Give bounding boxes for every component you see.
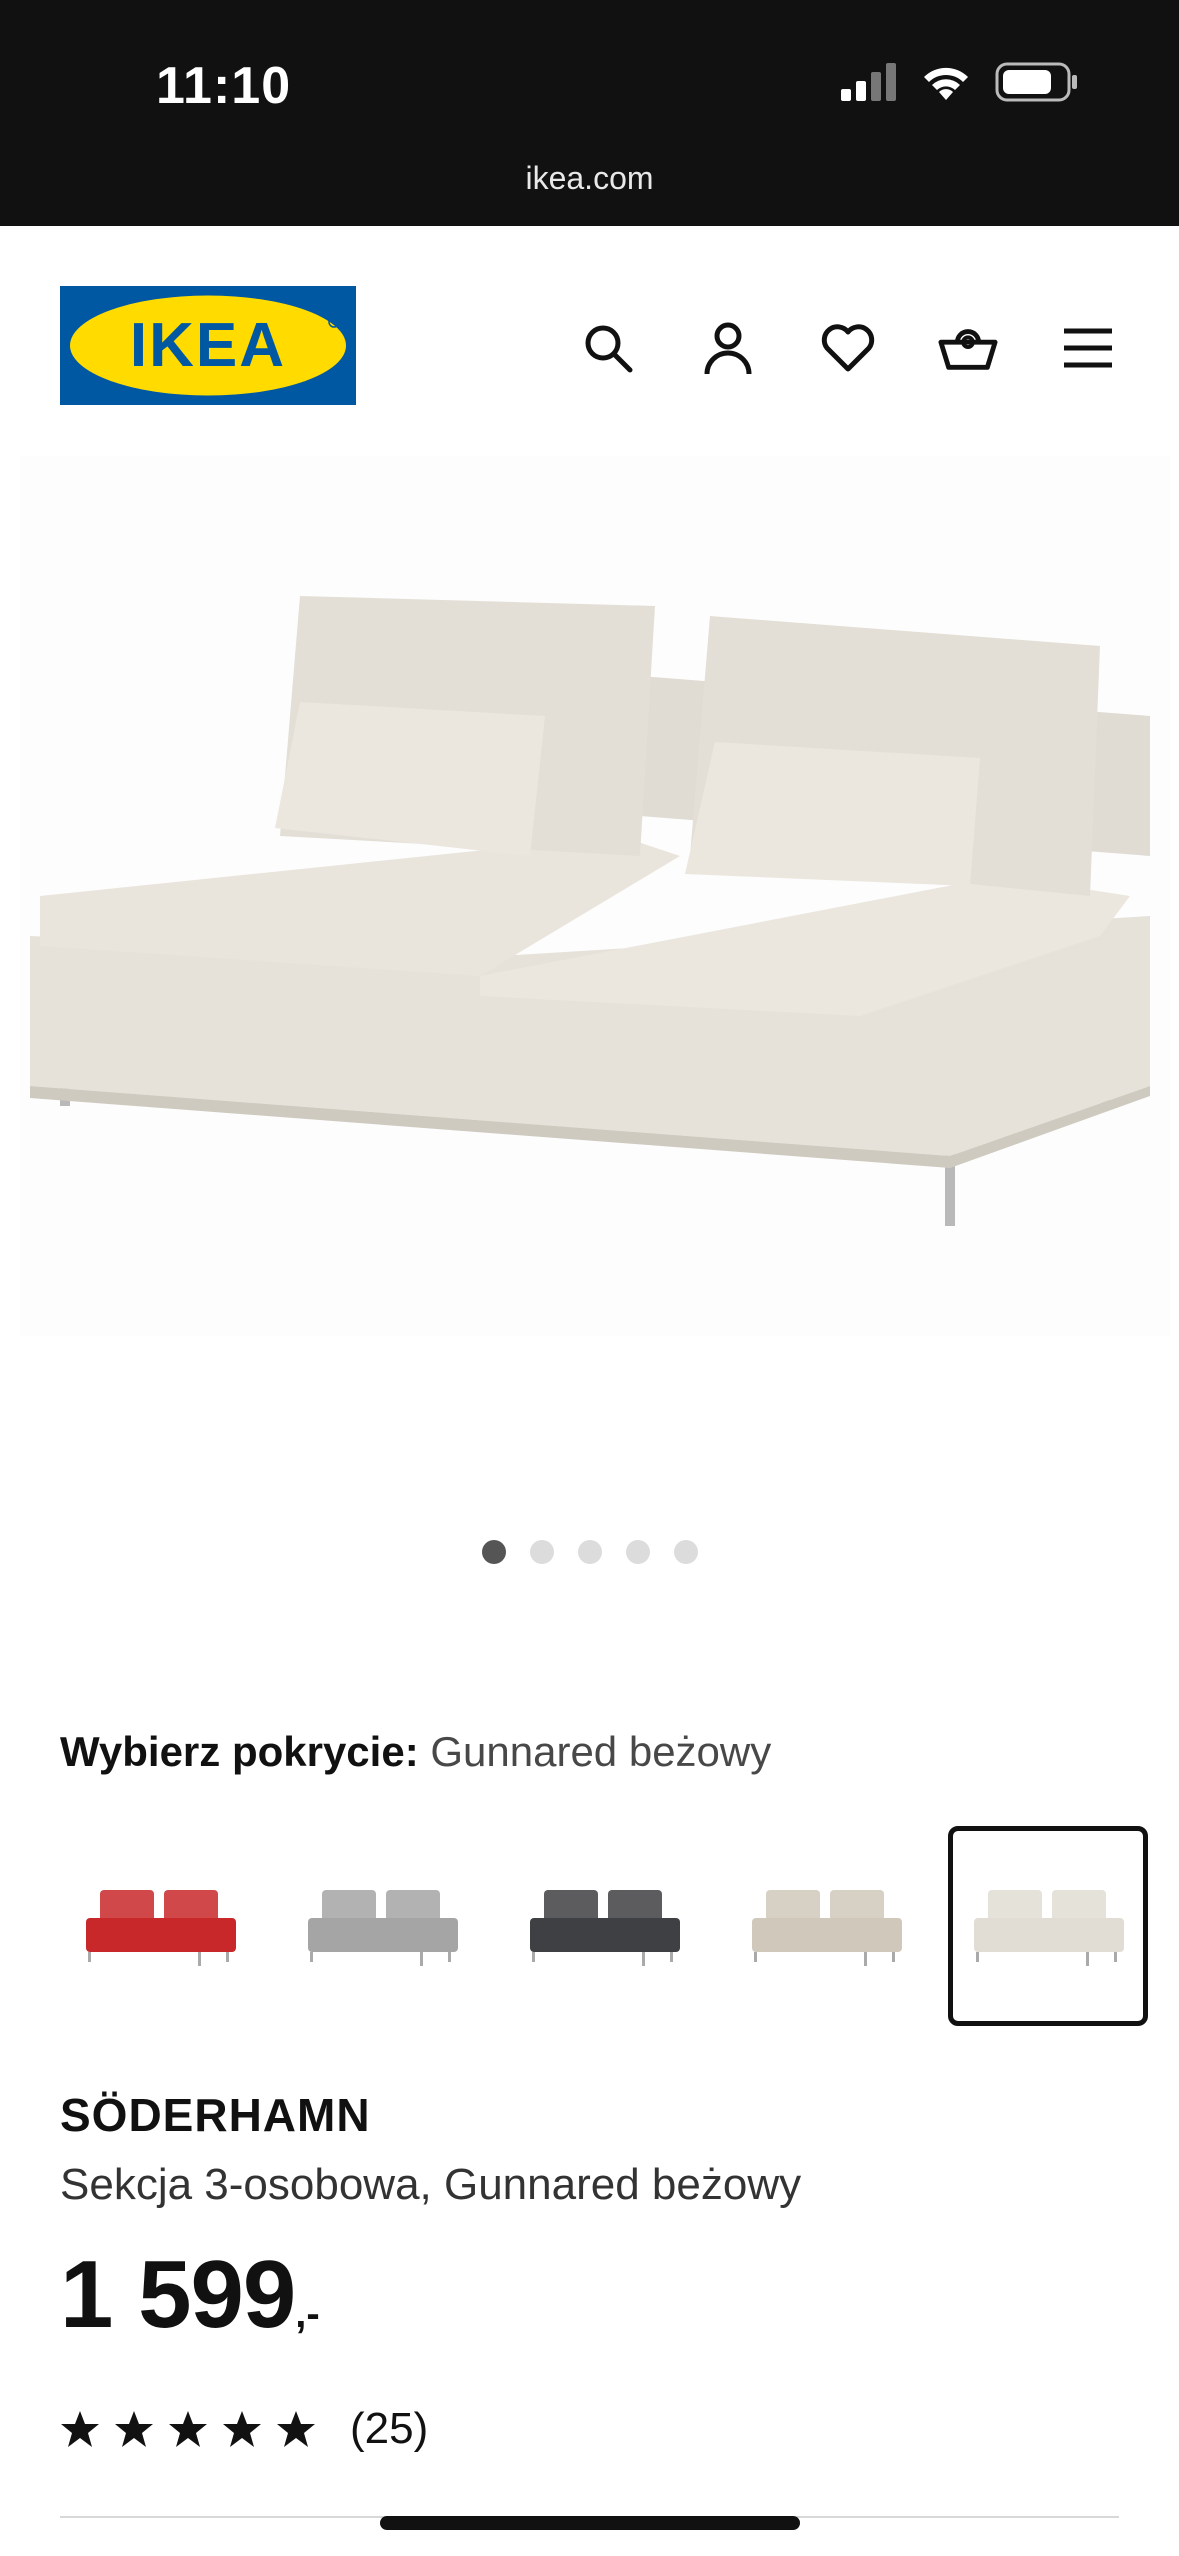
product-name[interactable]: SÖDERHAMN <box>60 2088 371 2142</box>
cover-swatch[interactable] <box>948 1826 1148 2026</box>
sofa-thumbnail-icon <box>752 1890 902 1966</box>
cover-label-value: Gunnared beżowy <box>430 1728 772 1775</box>
product-description: Sekcja 3-osobowa, Gunnared beżowy <box>60 2160 802 2209</box>
gallery-dots <box>0 1540 1179 1564</box>
site-header: IKEA <box>0 226 1179 456</box>
rating[interactable]: (25) <box>60 2404 428 2454</box>
sofa-thumbnail-icon <box>530 1890 680 1966</box>
home-indicator[interactable] <box>380 2516 800 2530</box>
cover-swatch[interactable] <box>504 1826 704 2026</box>
ikea-logo[interactable]: IKEA <box>60 286 356 405</box>
gallery-dot[interactable] <box>481 1540 506 1564</box>
cover-swatch[interactable] <box>60 1826 260 2026</box>
status-bar: 11:10 ikea.com <box>0 0 1179 226</box>
gallery-dot[interactable] <box>673 1540 698 1564</box>
product-price: 1 599 ,- <box>60 2240 320 2350</box>
gallery-dot[interactable] <box>577 1540 602 1564</box>
price-value: 1 599 <box>60 2241 296 2348</box>
url-label[interactable]: ikea.com <box>0 160 1179 197</box>
star-icon <box>61 2411 99 2447</box>
sofa-thumbnail-icon <box>308 1890 458 1966</box>
sofa-thumbnail-icon <box>86 1890 236 1966</box>
gallery-dot[interactable] <box>529 1540 554 1564</box>
battery-icon <box>995 62 1077 102</box>
search-icon[interactable] <box>578 318 638 378</box>
account-icon[interactable] <box>698 318 758 378</box>
cover-swatch[interactable] <box>726 1826 926 2026</box>
cover-label-title: Wybierz pokrycie: <box>60 1728 419 1775</box>
review-count[interactable]: (25) <box>350 2404 428 2454</box>
star-icon <box>115 2411 153 2447</box>
signal-icon <box>841 63 896 101</box>
heart-icon[interactable] <box>818 318 878 378</box>
star-icon <box>169 2411 207 2447</box>
status-icons <box>841 62 1079 102</box>
svg-text:IKEA: IKEA <box>130 311 286 380</box>
menu-icon[interactable] <box>1058 318 1118 378</box>
cover-label: Wybierz pokrycie: Gunnared beżowy <box>60 1728 771 1776</box>
cover-swatches <box>60 1826 1159 2026</box>
gallery-dot[interactable] <box>625 1540 650 1564</box>
sofa-thumbnail-icon <box>974 1890 1124 1966</box>
cover-swatch[interactable] <box>282 1826 482 2026</box>
star-icon <box>277 2411 315 2447</box>
clock: 11:10 <box>156 57 292 115</box>
rating-stars <box>60 2410 316 2448</box>
cart-icon[interactable] <box>938 318 998 378</box>
price-suffix: ,- <box>295 2292 320 2336</box>
star-icon <box>223 2411 261 2447</box>
wifi-icon <box>924 67 968 100</box>
product-image[interactable] <box>0 456 1179 1336</box>
